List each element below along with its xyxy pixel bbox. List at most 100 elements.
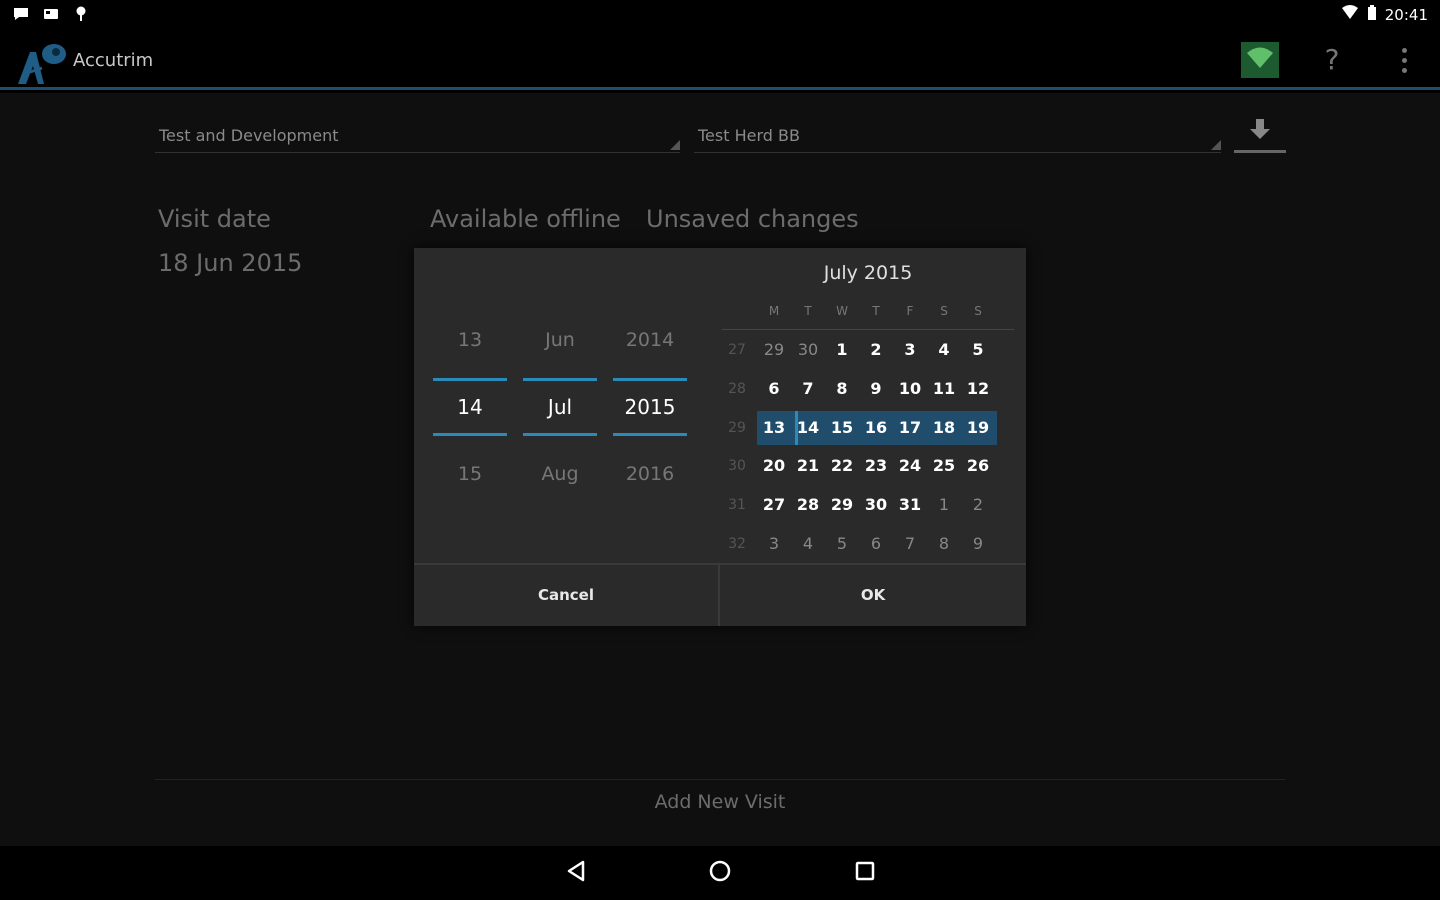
recents-icon [854,860,876,886]
calendar-day[interactable]: 26 [961,449,995,483]
calendar-day[interactable]: 6 [757,372,791,406]
calendar-day[interactable]: 2 [961,488,995,522]
calendar-day[interactable]: 24 [893,449,927,483]
weekday-header: M T W T F S S [722,302,1014,330]
notification-icons [12,6,90,22]
herd-spinner[interactable]: Test Herd BB [694,123,1221,153]
calendar-day[interactable]: 5 [825,527,859,561]
calendar-day[interactable]: 5 [961,333,995,367]
year-current[interactable]: 2015 [613,378,687,436]
calendar-day[interactable]: 15 [825,411,859,445]
calendar-day[interactable]: 16 [859,411,893,445]
back-button[interactable] [556,858,596,888]
home-button[interactable] [700,858,740,888]
help-icon: ? [1324,43,1340,76]
day-prev[interactable]: 13 [433,329,507,351]
wifi-sync-icon [1246,47,1274,73]
calendar-day[interactable]: 20 [757,449,791,483]
calendar-day[interactable]: 14 [791,411,825,445]
clock: 20:41 [1384,6,1428,24]
spinner-arrow-icon [1211,140,1221,150]
weekday-label: T [872,304,880,318]
calendar-day[interactable]: 8 [825,372,859,406]
organisation-spinner[interactable]: Test and Development [155,123,680,153]
available-offline-label: Available offline [430,205,621,233]
pin-icon [72,6,90,22]
calendar-day[interactable]: 27 [757,488,791,522]
calendar-week-row: 31 27 28 29 30 31 1 2 [722,488,1014,522]
calendar-day[interactable]: 19 [961,411,995,445]
weekday-label: S [940,304,948,318]
battery-icon [1367,5,1377,25]
calendar-day[interactable]: 8 [927,527,961,561]
calendar-week-row: 32 3 4 5 6 7 8 9 [722,527,1014,561]
help-button[interactable]: ? [1316,42,1348,78]
ok-button[interactable]: OK [720,565,1026,626]
calendar-day[interactable]: 21 [791,449,825,483]
day-current[interactable]: 14 [433,378,507,436]
calendar-day[interactable]: 10 [893,372,927,406]
calendar-day[interactable]: 7 [893,527,927,561]
calendar-day[interactable]: 2 [859,333,893,367]
week-number: 27 [728,342,746,358]
calendar-week-row: 29 13 14 15 16 17 18 19 [722,410,1014,445]
year-prev[interactable]: 2014 [613,329,687,351]
download-icon [1246,117,1274,150]
recents-button[interactable] [845,858,885,888]
calendar-day[interactable]: 29 [757,333,791,367]
weekday-label: M [768,304,780,318]
calendar-day[interactable]: 13 [757,411,791,445]
month-prev[interactable]: Jun [523,329,597,351]
calendar-day[interactable]: 9 [961,527,995,561]
calendar-day[interactable]: 17 [893,411,927,445]
app-logo-icon [14,38,70,86]
wifi-icon [1341,5,1359,25]
cancel-button[interactable]: Cancel [414,565,718,626]
calendar-day[interactable]: 29 [825,488,859,522]
calendar-day[interactable]: 30 [859,488,893,522]
calendar-day[interactable]: 22 [825,449,859,483]
calendar-day[interactable]: 28 [791,488,825,522]
download-button[interactable] [1234,117,1286,153]
calendar-day[interactable]: 3 [757,527,791,561]
weekday-label: S [974,304,982,318]
overflow-menu-icon [1401,47,1407,53]
week-number: 32 [728,536,746,552]
calendar-week-row: 27 29 30 1 2 3 4 5 [722,333,1014,367]
visit-date-value[interactable]: 18 Jun 2015 [158,249,302,277]
month-current[interactable]: Jul [523,378,597,436]
spinner-arrow-icon [670,140,680,150]
calendar-day[interactable]: 23 [859,449,893,483]
visit-date-label: Visit date [158,205,271,233]
calendar-day[interactable]: 30 [791,333,825,367]
divider [155,779,1285,780]
wifi-sync-button[interactable] [1241,42,1279,78]
calendar-day[interactable]: 4 [791,527,825,561]
calendar-day[interactable]: 9 [859,372,893,406]
calendar-day[interactable]: 31 [893,488,927,522]
year-next[interactable]: 2016 [613,463,687,485]
calendar-day[interactable]: 7 [791,372,825,406]
week-number: 31 [728,497,746,514]
photo-icon [42,6,60,22]
calendar-day[interactable]: 1 [825,333,859,367]
add-new-visit-button[interactable]: Add New Visit [0,791,1440,813]
week-number: 30 [728,458,746,475]
calendar-day[interactable]: 3 [893,333,927,367]
day-next[interactable]: 15 [433,463,507,485]
calendar-day[interactable]: 12 [961,372,995,406]
overflow-menu-button[interactable] [1394,42,1414,78]
month-next[interactable]: Aug [523,463,597,485]
date-picker-dialog: 13 14 15 Jun Jul Aug 2014 2015 2016 July… [414,248,1026,626]
calendar-day[interactable]: 11 [927,372,961,406]
calendar-day[interactable]: 4 [927,333,961,367]
calendar-day[interactable]: 18 [927,411,961,445]
dialog-button-bar: Cancel OK [414,563,1026,626]
calendar-day[interactable]: 1 [927,488,961,522]
chat-bubble-icon [12,6,30,22]
calendar-view: July 2015 M T W T F S S 27 29 30 1 2 3 4 5 28 6 7 8… [722,248,1018,563]
system-indicators: 20:41 [1341,5,1428,25]
calendar-day[interactable]: 25 [927,449,961,483]
navigation-bar [0,846,1440,900]
calendar-day[interactable]: 6 [859,527,893,561]
